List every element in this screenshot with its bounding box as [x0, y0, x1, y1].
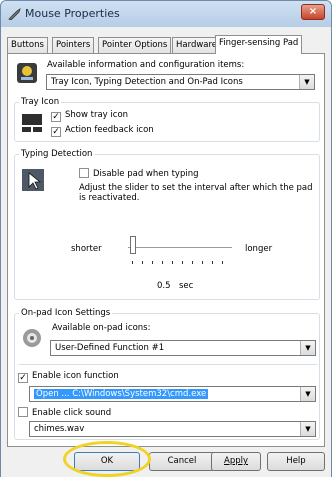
show-tray-icon-checkbox[interactable]: ✓ Show tray icon [51, 110, 128, 122]
gear-icon [23, 329, 41, 347]
checkmark-icon: ✓ [18, 373, 28, 383]
chevron-down-icon: ▼ [300, 387, 315, 401]
typing-detection-group: Typing Detection Disable pad when typing… [14, 149, 320, 300]
chevron-down-icon: ▼ [300, 422, 315, 436]
tab-pointer-options[interactable]: Pointer Options [98, 37, 172, 53]
chevron-down-icon: ▼ [299, 75, 314, 89]
chevron-down-icon: ▼ [300, 341, 315, 355]
interval-value: 0.5 [157, 281, 171, 291]
window-title: Mouse Properties [25, 7, 120, 20]
disable-pad-checkbox[interactable]: Disable pad when typing [79, 168, 199, 179]
onpad-icon-settings-group: On-pad Icon Settings Available on-pad ic… [14, 308, 320, 440]
enable-click-sound-checkbox[interactable]: Enable click sound [18, 407, 111, 418]
available-icons-label: Available on-pad icons: [52, 323, 151, 333]
tab-hardware[interactable]: Hardware [172, 37, 222, 53]
dialog-client: Buttons Pointers Pointer Options Hardwar… [1, 27, 331, 477]
slider-thumb[interactable] [130, 236, 136, 254]
typing-pointer-icon [22, 169, 44, 191]
finger-sensing-pad-panel: Available information and configuration … [7, 53, 325, 447]
slider-ticks [132, 261, 232, 264]
action-feedback-checkbox[interactable]: ✓ Action feedback icon [51, 125, 154, 137]
typing-detection-group-title: Typing Detection [19, 149, 95, 159]
title-bar[interactable]: Mouse Properties × [1, 1, 331, 27]
mouse-properties-window: Mouse Properties × Buttons Pointers Poin… [0, 0, 332, 477]
tray-icon-image [22, 114, 42, 132]
icon-function-select[interactable]: Open ... C:\Windows\System32\cmd.exe ▼ [29, 386, 316, 402]
help-button[interactable]: Help [267, 452, 325, 471]
click-sound-select[interactable]: chimes.wav ▼ [29, 421, 316, 437]
available-icons-select[interactable]: User-Defined Function #1 ▼ [50, 340, 316, 356]
divider [19, 364, 317, 365]
typing-detection-description: Adjust the slider to set the interval af… [79, 183, 313, 203]
mouse-pointer-icon [8, 8, 21, 20]
apply-button[interactable]: Apply [211, 452, 261, 471]
interval-unit: sec [179, 281, 194, 291]
close-button[interactable]: × [301, 4, 325, 20]
info-items-label: Available information and configuration … [47, 60, 245, 70]
slider-track [128, 247, 232, 248]
slider-longer-label: longer [245, 244, 273, 254]
tab-finger-sensing-pad[interactable]: Finger-sensing Pad [215, 35, 303, 54]
tray-icon-group-title: Tray Icon [19, 97, 62, 107]
tray-icon-group: Tray Icon ✓ Show tray icon ✓ Action feedba… [14, 97, 320, 142]
onpad-icon-settings-group-title: On-pad Icon Settings [19, 308, 113, 318]
tab-pointers[interactable]: Pointers [52, 37, 95, 53]
info-items-select[interactable]: Tray Icon, Typing Detection and On-Pad I… [46, 74, 315, 90]
enable-icon-function-checkbox[interactable]: ✓ Enable icon function [18, 371, 119, 383]
cancel-button[interactable]: Cancel [149, 452, 215, 471]
checkmark-icon: ✓ [51, 127, 61, 137]
config-icon [17, 63, 37, 83]
checkmark-icon: ✓ [51, 112, 61, 122]
slider-shorter-label: shorter [71, 244, 102, 254]
ok-highlight-annotation [63, 441, 151, 477]
tab-buttons[interactable]: Buttons [7, 37, 48, 53]
reactivation-interval-slider[interactable] [128, 235, 232, 277]
